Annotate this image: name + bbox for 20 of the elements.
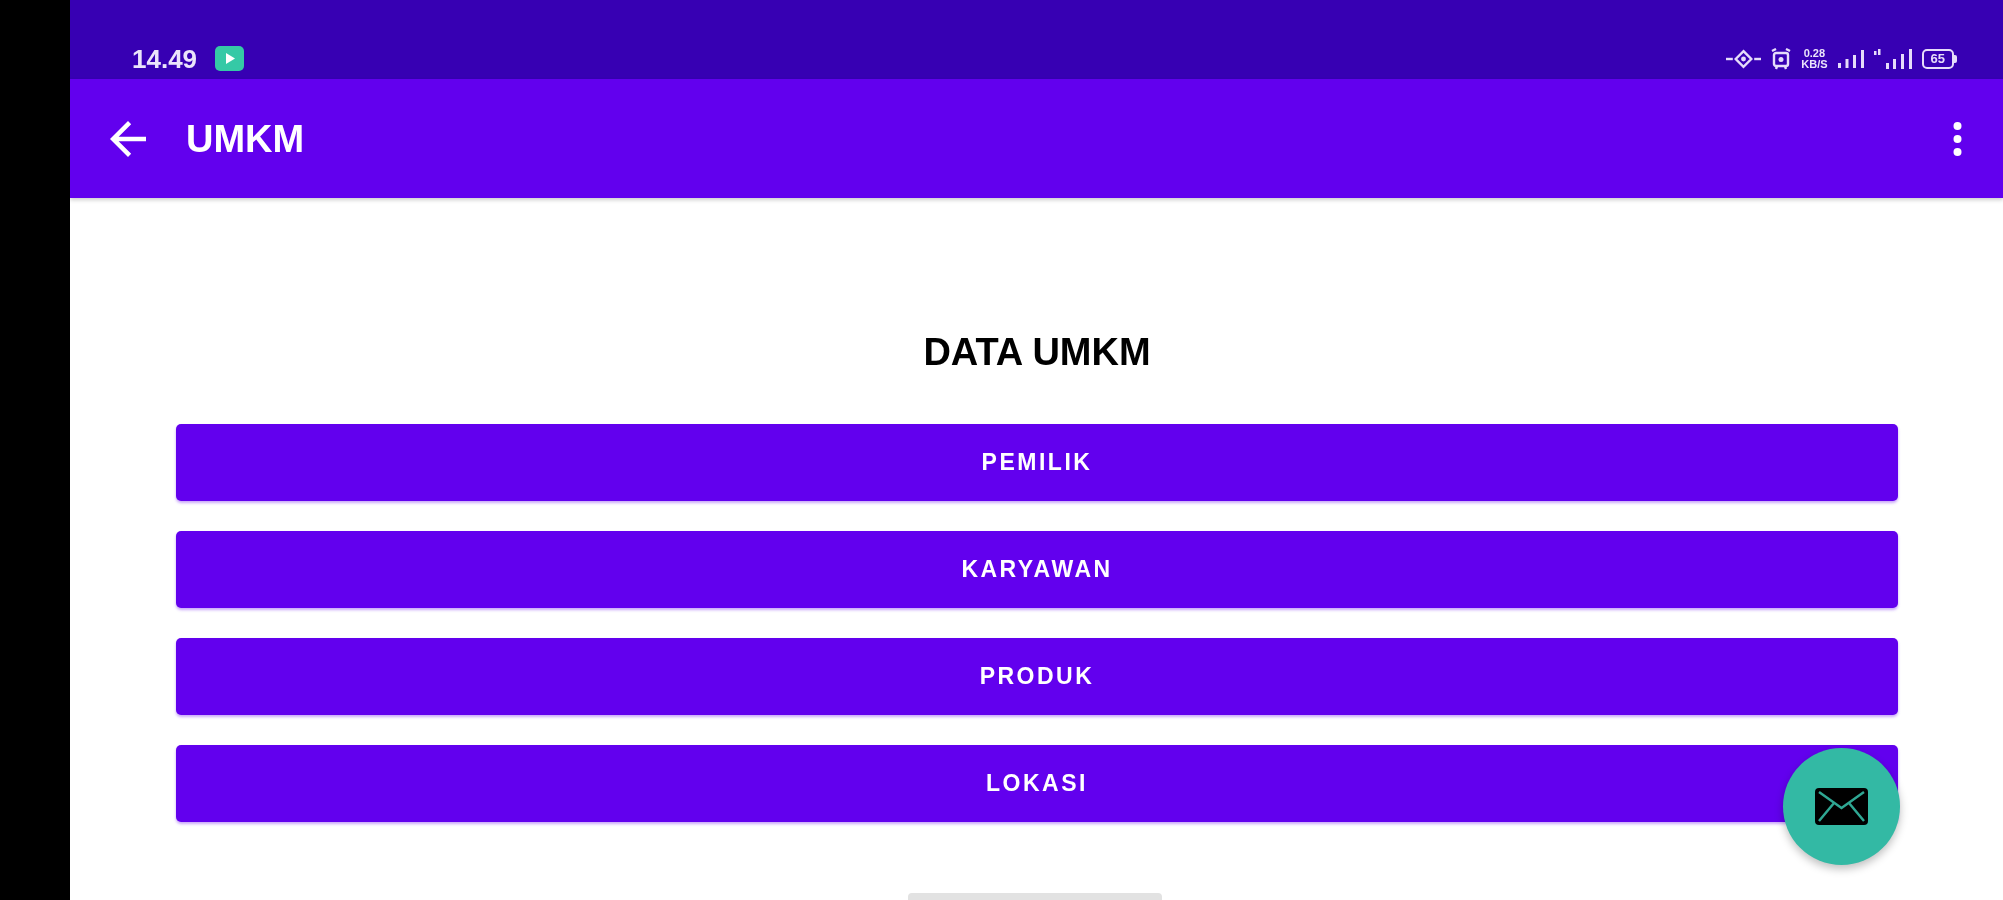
back-arrow-icon bbox=[110, 120, 146, 157]
more-options-button[interactable] bbox=[1953, 121, 1962, 156]
envelope-icon bbox=[1815, 788, 1868, 825]
diamond-icon bbox=[1726, 48, 1762, 69]
network-speed: 0.28 KB/S bbox=[1801, 47, 1828, 70]
battery-indicator: 65 bbox=[1921, 48, 1957, 69]
alarm-clock-icon bbox=[1771, 47, 1792, 70]
app-bar-title: UMKM bbox=[186, 116, 305, 161]
menu-button[interactable]: KARYAWAN bbox=[176, 531, 1898, 608]
clock-time: 14.49 bbox=[132, 43, 198, 74]
signal-bars-icon bbox=[1837, 49, 1864, 68]
floating-action-button[interactable] bbox=[1783, 748, 1900, 865]
signal-bars-icon bbox=[1873, 48, 1912, 69]
more-options-icon bbox=[1953, 121, 1962, 156]
back-button[interactable] bbox=[110, 120, 146, 157]
menu-button[interactable]: PRODUK bbox=[176, 638, 1898, 715]
menu-button[interactable]: LOKASI bbox=[176, 745, 1898, 822]
app-notification-icon bbox=[215, 46, 245, 71]
page-heading: DATA UMKM bbox=[923, 330, 1151, 375]
menu-button[interactable]: PEMILIK bbox=[176, 424, 1898, 501]
